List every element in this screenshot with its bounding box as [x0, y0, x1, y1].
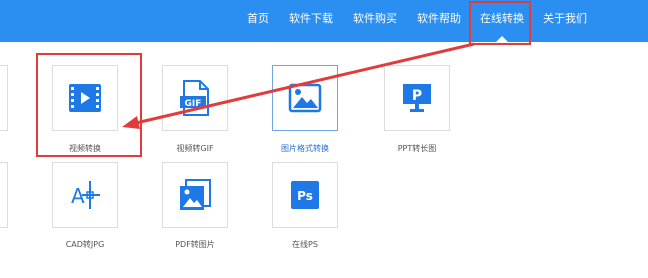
tile-label-cad-to-jpg: CAD转JPG — [65, 240, 105, 249]
tile-label-ppt-to-long-image: PPT转长图 — [397, 144, 437, 153]
tile-label-image-format-convert: 图片格式转换 — [281, 144, 329, 153]
tile-video-convert[interactable] — [52, 65, 118, 131]
nav-item-software-help[interactable]: 软件帮助 — [410, 0, 468, 42]
ppt-icon: P — [385, 66, 449, 130]
svg-text:P: P — [412, 88, 422, 104]
nav-item-software-purchase[interactable]: 软件购买 — [346, 0, 404, 42]
nav-item-about-us[interactable]: 关于我们 — [536, 0, 594, 42]
video-icon — [53, 66, 117, 130]
tile-label-video-to-gif: 视频转GIF — [176, 144, 214, 153]
image-icon — [273, 66, 337, 130]
ps-icon: Ps — [273, 163, 337, 227]
partial-tile[interactable] — [0, 65, 8, 131]
tile-pdf-to-image[interactable] — [162, 162, 228, 228]
nav-item-online-convert[interactable]: 在线转换 — [472, 0, 532, 42]
pdf-image-icon — [163, 163, 227, 227]
top-nav-bar: 首页 软件下载 软件购买 软件帮助 在线转换 关于我们 — [0, 0, 648, 42]
svg-text:GIF: GIF — [185, 99, 202, 109]
nav-item-software-download[interactable]: 软件下载 — [282, 0, 340, 42]
tile-video-to-gif[interactable]: GIF — [162, 65, 228, 131]
gif-file-icon: GIF — [163, 66, 227, 130]
tile-label-pdf-to-image: PDF转图片 — [175, 240, 215, 249]
tile-ppt-to-long-image[interactable]: P — [384, 65, 450, 131]
nav-item-home[interactable]: 首页 — [236, 0, 280, 42]
tile-label-online-ps: 在线PS — [292, 240, 318, 249]
tile-image-format-convert[interactable] — [272, 65, 338, 131]
cad-icon: A — [53, 163, 117, 227]
partial-tile[interactable] — [0, 162, 8, 228]
tile-cad-to-jpg[interactable]: A — [52, 162, 118, 228]
svg-text:Ps: Ps — [297, 189, 313, 203]
tile-online-ps[interactable]: Ps — [272, 162, 338, 228]
tile-label-video-convert: 视频转换 — [69, 144, 101, 153]
